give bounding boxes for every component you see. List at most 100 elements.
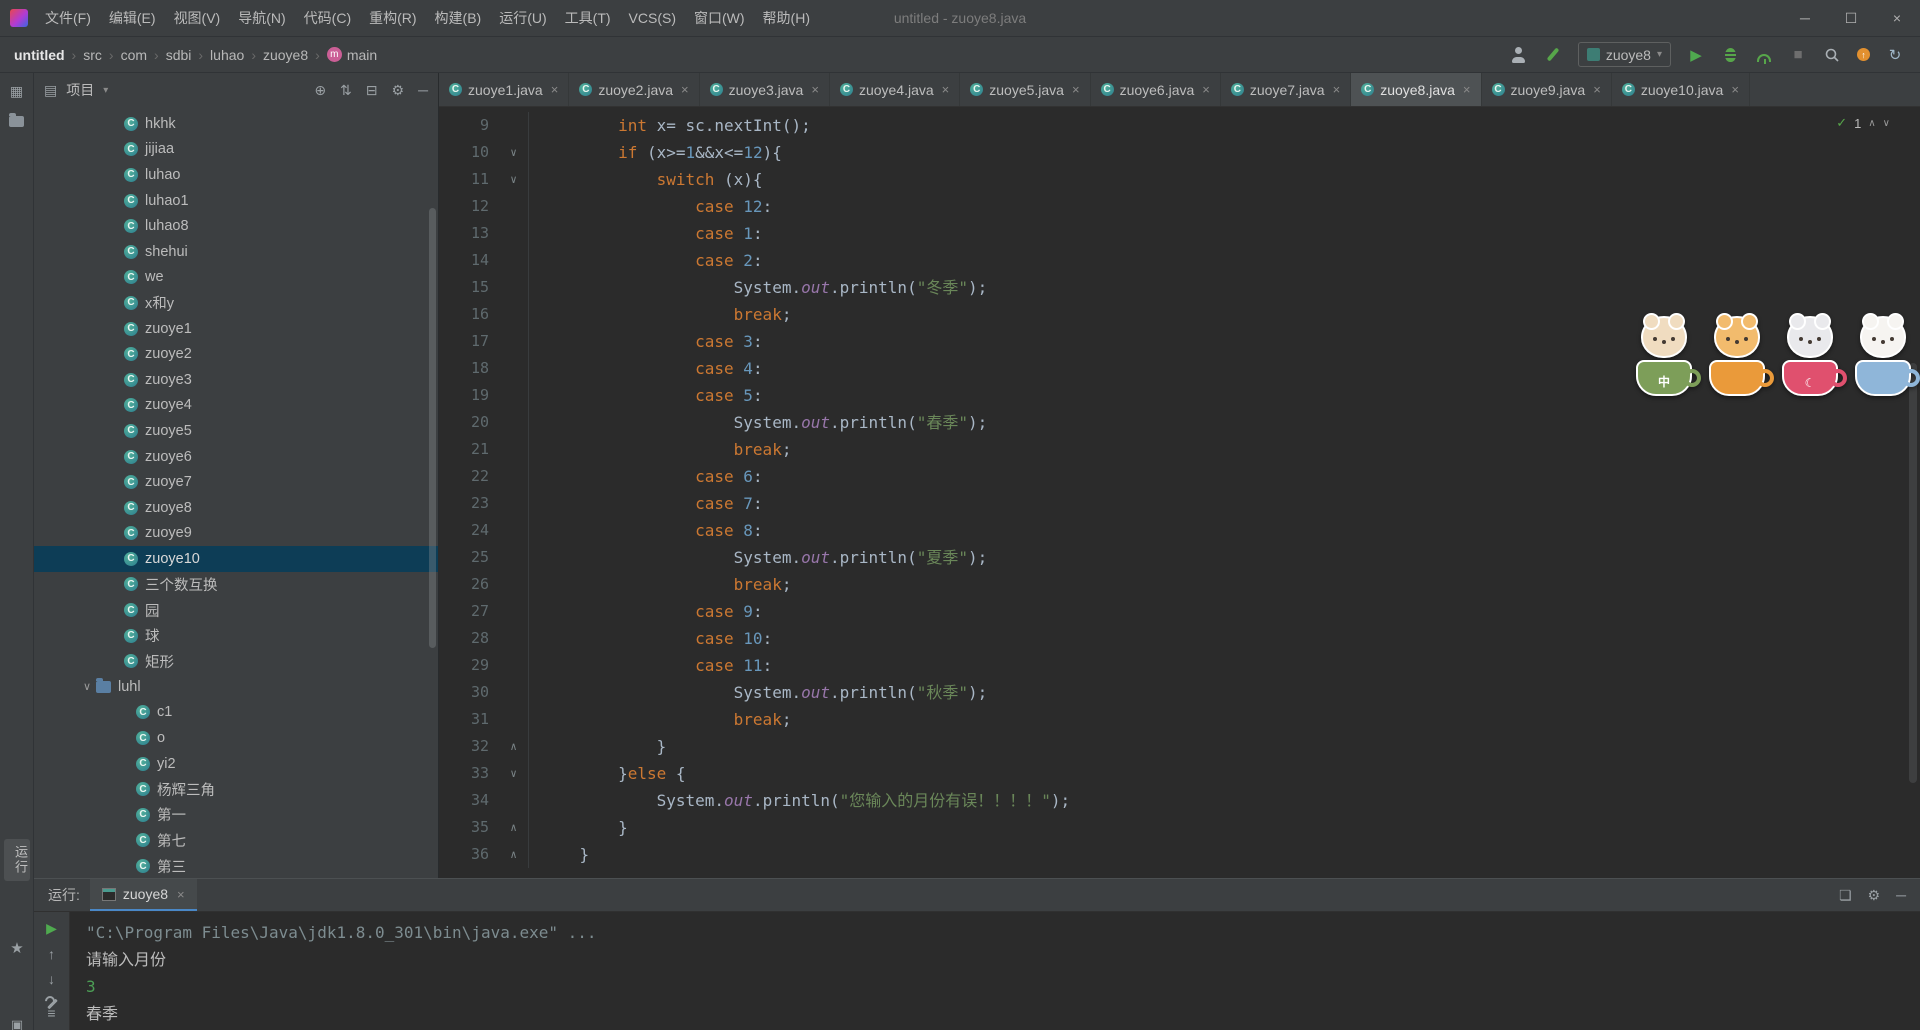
code-line[interactable]: 26 break;: [439, 571, 1920, 598]
breadcrumb-item[interactable]: zuoye8: [263, 47, 308, 63]
layout-icon[interactable]: ❏: [1839, 887, 1852, 904]
code-line[interactable]: 24 case 8:: [439, 517, 1920, 544]
tree-item[interactable]: Cwe: [34, 265, 438, 291]
breadcrumb-item[interactable]: untitled: [14, 47, 65, 63]
debug-button[interactable]: [1724, 47, 1736, 62]
editor-tab[interactable]: Czuoye2.java ×: [569, 73, 700, 106]
code-line[interactable]: 10 ∨ if (x>=1&&x<=12){: [439, 139, 1920, 166]
code-line[interactable]: 20 System.out.println("春季");: [439, 409, 1920, 436]
code-line[interactable]: 11 ∨ switch (x){: [439, 166, 1920, 193]
fold-marker-icon[interactable]: ∧: [499, 733, 529, 760]
close-icon[interactable]: ×: [177, 887, 185, 902]
editor-tab[interactable]: Czuoye4.java ×: [830, 73, 961, 106]
menu-item[interactable]: 构建(B): [426, 0, 491, 36]
run-toolwindow-button[interactable]: 运行: [4, 839, 30, 881]
code-line[interactable]: 32 ∧ }: [439, 733, 1920, 760]
tree-item[interactable]: Czuoye4: [34, 393, 438, 419]
update-notification-icon[interactable]: ↑: [1857, 48, 1870, 61]
close-icon[interactable]: ×: [1202, 82, 1210, 97]
tree-item[interactable]: Czuoye3: [34, 367, 438, 393]
settings-gear-icon[interactable]: ⚙: [392, 82, 405, 99]
project-scrollbar[interactable]: [429, 208, 436, 648]
fold-marker-icon[interactable]: ∨: [499, 760, 529, 787]
menu-item[interactable]: 工具(T): [556, 0, 620, 36]
user-dropdown-icon[interactable]: [1510, 46, 1528, 64]
tree-item[interactable]: Czuoye6: [34, 444, 438, 470]
close-icon[interactable]: ×: [1463, 82, 1471, 97]
code-line[interactable]: 33 ∨ }else {: [439, 760, 1920, 787]
editor-tab[interactable]: Czuoye7.java ×: [1221, 73, 1352, 106]
tree-item[interactable]: Czuoye9: [34, 521, 438, 547]
tree-item[interactable]: Co: [34, 725, 438, 751]
tree-item[interactable]: C园: [34, 597, 438, 623]
code-line[interactable]: 15 System.out.println("冬季");: [439, 274, 1920, 301]
tree-item[interactable]: C 矩形: [34, 648, 438, 674]
breadcrumb-item[interactable]: com: [121, 47, 147, 63]
locate-file-icon[interactable]: ⊕: [314, 82, 326, 99]
editor-tab[interactable]: Czuoye9.java ×: [1482, 73, 1612, 106]
editor-tab[interactable]: Czuoye6.java ×: [1091, 73, 1221, 106]
menu-item[interactable]: 代码(C): [295, 0, 360, 36]
menu-item[interactable]: 导航(N): [229, 0, 294, 36]
close-icon[interactable]: ×: [1874, 0, 1920, 36]
code-line[interactable]: 29 case 11:: [439, 652, 1920, 679]
editor-tab[interactable]: Czuoye8.java ×: [1351, 73, 1482, 106]
code-line[interactable]: 31 break;: [439, 706, 1920, 733]
close-icon[interactable]: ×: [1593, 82, 1601, 97]
maximize-icon[interactable]: ☐: [1828, 0, 1874, 36]
tree-item[interactable]: C 第一: [34, 802, 438, 828]
chevron-down-icon[interactable]: ▾: [103, 85, 108, 96]
fold-marker-icon[interactable]: ∧: [499, 841, 529, 868]
editor-tab[interactable]: Czuoye10.java ×: [1612, 73, 1750, 106]
code-line[interactable]: 9 int x= sc.nextInt();: [439, 112, 1920, 139]
close-icon[interactable]: ×: [942, 82, 950, 97]
tree-item[interactable]: Czuoye10: [34, 546, 438, 572]
editor-tab[interactable]: Czuoye5.java ×: [960, 73, 1091, 106]
menu-item[interactable]: 运行(U): [490, 0, 555, 36]
expand-icon[interactable]: ⊟: [366, 82, 378, 99]
tree-item[interactable]: Cshehui: [34, 239, 438, 265]
code-line[interactable]: 22 case 6:: [439, 463, 1920, 490]
tree-item[interactable]: Czuoye1: [34, 316, 438, 342]
code-line[interactable]: 21 break;: [439, 436, 1920, 463]
breadcrumb-item[interactable]: src: [83, 47, 102, 63]
menu-item[interactable]: 视图(V): [165, 0, 230, 36]
close-icon[interactable]: ×: [1731, 82, 1739, 97]
breadcrumb-item[interactable]: luhao: [210, 47, 244, 63]
editor-scrollbar[interactable]: [1909, 363, 1917, 783]
tree-item[interactable]: ∨ luhl: [34, 674, 438, 700]
project-stripe-icon[interactable]: ▦: [10, 83, 23, 100]
close-icon[interactable]: ×: [681, 82, 689, 97]
menu-item[interactable]: VCS(S): [620, 0, 685, 36]
editor-tab[interactable]: Czuoye1.java ×: [439, 73, 570, 106]
tree-item[interactable]: C 三个数互换: [34, 572, 438, 598]
tree-item[interactable]: Chkhk: [34, 111, 438, 137]
annotate-pen-icon[interactable]: [1546, 47, 1560, 62]
tree-item[interactable]: Czuoye8: [34, 495, 438, 521]
code-line[interactable]: 30 System.out.println("秋季");: [439, 679, 1920, 706]
run-tab[interactable]: zuoye8 ×: [89, 879, 197, 911]
tree-item[interactable]: Czuoye5: [34, 418, 438, 444]
close-icon[interactable]: ×: [811, 82, 819, 97]
code-line[interactable]: 28 case 10:: [439, 625, 1920, 652]
tree-item[interactable]: Cc1: [34, 700, 438, 726]
profiler-button[interactable]: [1757, 53, 1771, 64]
settings-gear-icon[interactable]: ⚙: [1868, 887, 1881, 904]
menu-item[interactable]: 编辑(E): [100, 0, 165, 36]
tree-item[interactable]: Cluhao1: [34, 188, 438, 214]
close-icon[interactable]: ×: [551, 82, 559, 97]
tree-item[interactable]: Cluhao: [34, 162, 438, 188]
fold-marker-icon[interactable]: ∨: [499, 139, 529, 166]
inspection-widget[interactable]: ✓ 1 ∧ ∨: [1836, 115, 1890, 131]
menu-item[interactable]: 文件(F): [36, 0, 100, 36]
favorites-star-icon[interactable]: ★: [0, 939, 34, 957]
chevron-down-icon[interactable]: ∨: [1883, 118, 1890, 129]
folder-stripe-icon[interactable]: [9, 113, 24, 127]
search-icon[interactable]: [1823, 46, 1841, 64]
sync-icon[interactable]: ↻: [1886, 46, 1904, 64]
tree-item[interactable]: Cx和y: [34, 290, 438, 316]
tree-item[interactable]: Czuoye2: [34, 341, 438, 367]
console-output[interactable]: "C:\Program Files\Java\jdk1.8.0_301\bin\…: [70, 912, 1920, 1030]
fold-marker-icon[interactable]: ∧: [499, 814, 529, 841]
code-line[interactable]: 13 case 1:: [439, 220, 1920, 247]
